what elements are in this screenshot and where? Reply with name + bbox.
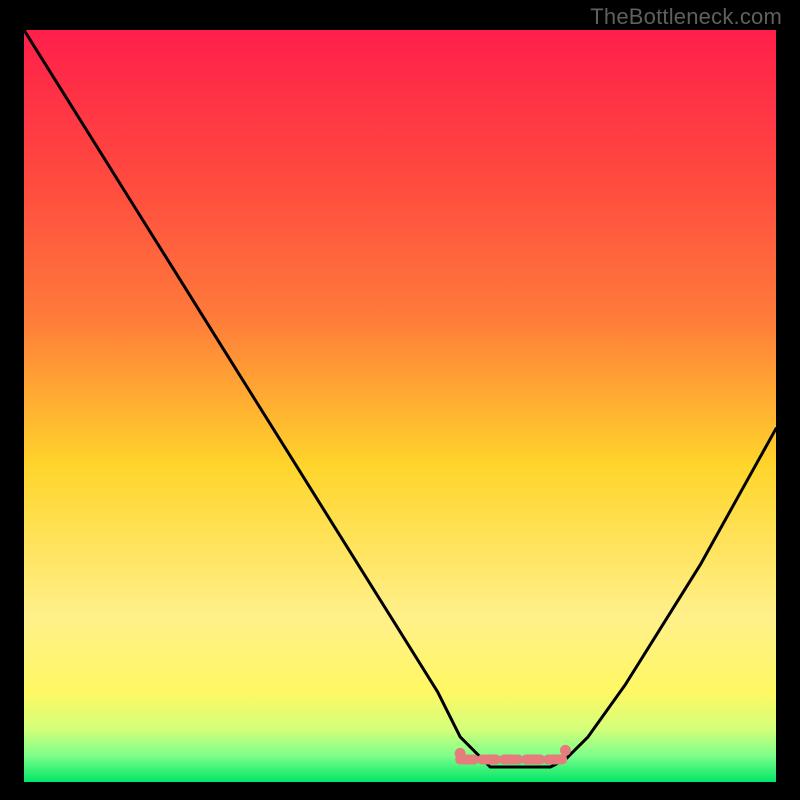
valley-marker-end xyxy=(560,745,571,756)
gradient-background xyxy=(24,30,776,782)
valley-marker-end xyxy=(455,748,466,759)
watermark-text: TheBottleneck.com xyxy=(590,4,782,30)
plot-area xyxy=(24,30,776,782)
chart-frame: TheBottleneck.com xyxy=(0,0,800,800)
chart-svg xyxy=(24,30,776,782)
